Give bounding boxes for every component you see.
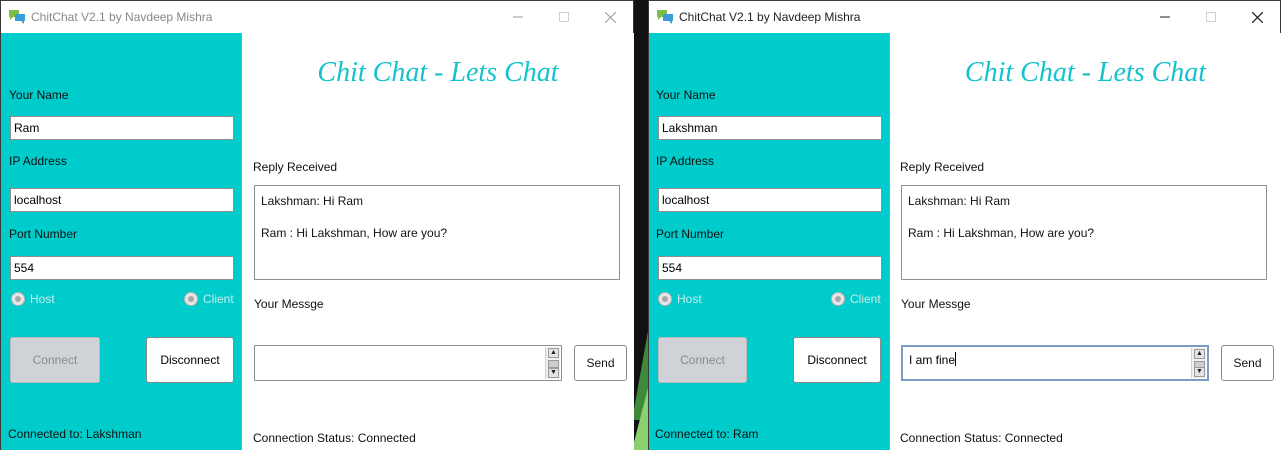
scroll-down-icon[interactable]: ▼ bbox=[548, 368, 559, 378]
connect-button[interactable]: Connect bbox=[10, 337, 100, 383]
client-radio-label: Client bbox=[850, 292, 881, 306]
radio-dot-icon bbox=[184, 292, 198, 306]
minimize-button[interactable] bbox=[495, 1, 541, 33]
host-radio-label: Host bbox=[30, 292, 55, 306]
text-caret bbox=[955, 352, 957, 366]
app-heading: Chit Chat - Lets Chat bbox=[317, 57, 559, 88]
window-title: ChitChat V2.1 by Navdeep Mishra bbox=[679, 10, 861, 24]
app-heading: Chit Chat - Lets Chat bbox=[964, 57, 1207, 88]
connection-sidebar: Your Name IP Address Port Number Host Cl… bbox=[1, 33, 241, 450]
chat-panel: Chit Chat - Lets Chat Reply Received Lak… bbox=[889, 33, 1281, 450]
message-input[interactable]: ▲ ▼ bbox=[254, 345, 562, 381]
reply-received-label: Reply Received bbox=[900, 160, 985, 174]
disconnect-button[interactable]: Disconnect bbox=[146, 337, 234, 383]
ip-label: IP Address bbox=[656, 154, 714, 168]
chat-app-icon bbox=[9, 10, 25, 24]
message-scrollbar[interactable]: ▲ ▼ bbox=[1191, 348, 1206, 378]
maximize-button[interactable] bbox=[1188, 1, 1234, 33]
message-text-value: I am fine bbox=[909, 353, 956, 367]
minimize-icon bbox=[513, 16, 523, 18]
message-text: I am fine bbox=[909, 352, 957, 367]
your-message-label: Your Messge bbox=[254, 297, 324, 311]
send-button[interactable]: Send bbox=[1221, 345, 1274, 381]
client-radio[interactable]: Client bbox=[184, 292, 234, 306]
name-input[interactable] bbox=[658, 116, 882, 140]
disconnect-button[interactable]: Disconnect bbox=[793, 337, 881, 383]
name-input[interactable] bbox=[10, 116, 234, 140]
maximize-button[interactable] bbox=[541, 1, 587, 33]
host-radio[interactable]: Host bbox=[658, 292, 702, 306]
connection-sidebar: Your Name IP Address Port Number Host Cl… bbox=[649, 33, 889, 450]
reply-received-area[interactable]: Lakshman: Hi Ram Ram : Hi Lakshman, How … bbox=[254, 185, 620, 280]
maximize-icon bbox=[559, 12, 569, 22]
port-input[interactable] bbox=[10, 256, 234, 280]
reply-received-label: Reply Received bbox=[253, 160, 338, 174]
close-button[interactable] bbox=[587, 1, 633, 33]
ip-input[interactable] bbox=[658, 188, 882, 212]
minimize-button[interactable] bbox=[1142, 1, 1188, 33]
client-radio[interactable]: Client bbox=[831, 292, 881, 306]
close-icon bbox=[1251, 11, 1263, 23]
reply-message: Lakshman: Hi Ram bbox=[908, 194, 1011, 208]
port-input[interactable] bbox=[658, 256, 882, 280]
reply-received-area[interactable]: Lakshman: Hi Ram Ram : Hi Lakshman, How … bbox=[901, 185, 1267, 280]
host-radio-label: Host bbox=[677, 292, 702, 306]
name-label: Your Name bbox=[9, 88, 69, 102]
ip-input[interactable] bbox=[10, 188, 234, 212]
host-radio[interactable]: Host bbox=[11, 292, 55, 306]
radio-dot-icon bbox=[658, 292, 672, 306]
name-label: Your Name bbox=[656, 88, 716, 102]
reply-message: Ram : Hi Lakshman, How are you? bbox=[261, 226, 448, 240]
title-bar[interactable]: ChitChat V2.1 by Navdeep Mishra bbox=[1, 1, 633, 33]
chat-panel: Chit Chat - Lets Chat Reply Received Lak… bbox=[241, 33, 634, 450]
connection-status-text: Connection Status: Connected bbox=[900, 431, 1063, 445]
connect-button[interactable]: Connect bbox=[658, 337, 747, 383]
message-scrollbar[interactable]: ▲ ▼ bbox=[545, 347, 560, 379]
maximize-icon bbox=[1206, 12, 1216, 22]
scroll-up-icon[interactable]: ▲ bbox=[1194, 349, 1205, 359]
chat-window-lakshman: ChitChat V2.1 by Navdeep Mishra Your Nam… bbox=[648, 0, 1281, 450]
title-bar[interactable]: ChitChat V2.1 by Navdeep Mishra bbox=[649, 1, 1280, 33]
scroll-up-icon[interactable]: ▲ bbox=[548, 348, 559, 358]
port-label: Port Number bbox=[9, 227, 78, 241]
minimize-icon bbox=[1160, 16, 1170, 18]
window-title: ChitChat V2.1 by Navdeep Mishra bbox=[31, 10, 213, 24]
scroll-down-icon[interactable]: ▼ bbox=[1194, 367, 1205, 377]
connection-status-text: Connection Status: Connected bbox=[253, 431, 416, 445]
ip-label: IP Address bbox=[9, 154, 67, 168]
chat-app-icon bbox=[657, 10, 673, 24]
send-button[interactable]: Send bbox=[574, 345, 627, 381]
close-icon bbox=[604, 11, 616, 23]
close-button[interactable] bbox=[1234, 1, 1280, 33]
scroll-thumb[interactable] bbox=[548, 360, 559, 368]
reply-message: Ram : Hi Lakshman, How are you? bbox=[908, 226, 1095, 240]
chat-window-ram: ChitChat V2.1 by Navdeep Mishra Your Nam… bbox=[0, 0, 634, 450]
connected-to-text: Connected to: Lakshman bbox=[8, 427, 142, 441]
radio-dot-icon bbox=[11, 292, 25, 306]
connected-to-text: Connected to: Ram bbox=[655, 427, 759, 441]
reply-message: Lakshman: Hi Ram bbox=[261, 194, 364, 208]
your-message-label: Your Messge bbox=[901, 297, 971, 311]
radio-dot-icon bbox=[831, 292, 845, 306]
port-label: Port Number bbox=[656, 227, 725, 241]
message-input[interactable]: I am fine ▲ ▼ bbox=[901, 345, 1209, 381]
client-radio-label: Client bbox=[203, 292, 234, 306]
